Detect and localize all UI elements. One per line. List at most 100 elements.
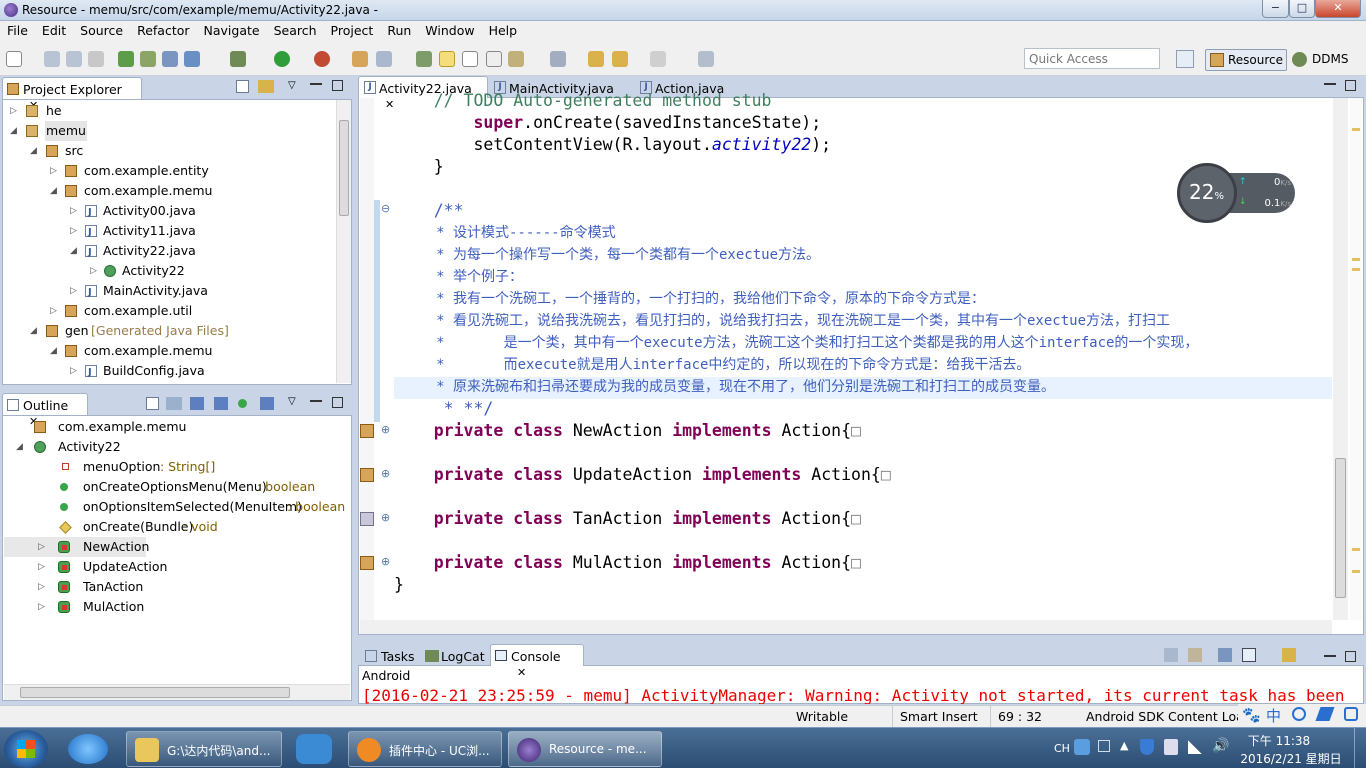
print-icon[interactable] <box>88 51 104 67</box>
quick-access-input[interactable]: Quick Access <box>1024 48 1160 69</box>
menu-run[interactable]: Run <box>380 21 418 38</box>
fold-expand-icon[interactable]: ⊕ <box>381 511 390 524</box>
clock-date[interactable]: 2016/2/21 星期日 <box>1236 750 1346 767</box>
clock-time[interactable]: 下午 11:38 <box>1236 732 1322 749</box>
collapse-all-icon[interactable] <box>236 80 249 93</box>
maximize-view-icon[interactable] <box>1345 80 1356 91</box>
hide-fields-icon[interactable] <box>190 397 204 410</box>
show-hidden-icons-icon[interactable]: ▲ <box>1120 739 1128 752</box>
perspective-ddms[interactable]: DDMS <box>1292 52 1348 67</box>
network-signal-icon[interactable] <box>1188 740 1202 754</box>
smile-icon[interactable] <box>1292 707 1306 721</box>
open-perspective-icon[interactable] <box>1176 50 1194 68</box>
view-menu-icon[interactable]: ▽ <box>288 396 296 407</box>
search-icon[interactable] <box>376 51 392 67</box>
override-marker-icon[interactable] <box>360 512 374 526</box>
collapse-all-icon[interactable] <box>146 397 159 410</box>
scrollbar-thumb[interactable] <box>339 120 349 216</box>
fold-expand-icon[interactable]: ⊕ <box>381 467 390 480</box>
keyboard-icon[interactable] <box>1074 739 1090 755</box>
taskbar-uc-browser[interactable]: 插件中心 - UC浏... <box>348 731 502 767</box>
view-menu-icon[interactable]: ▽ <box>288 80 296 91</box>
editor-hscrollbar[interactable] <box>360 620 1332 634</box>
fold-expand-icon[interactable]: ⊕ <box>381 555 390 568</box>
maximize-view-icon[interactable] <box>332 397 343 408</box>
lint-icon[interactable] <box>162 51 178 67</box>
expand-icon[interactable]: ▷ <box>70 361 80 381</box>
perspective-resource[interactable]: Resource <box>1205 49 1287 71</box>
close-icon[interactable]: ✕ <box>517 666 526 679</box>
tab-tasks[interactable]: Tasks <box>360 644 420 666</box>
paw-icon[interactable]: 🐾 <box>1242 706 1261 724</box>
expand-icon[interactable]: ▷ <box>38 577 48 597</box>
android-sdk-icon[interactable] <box>118 51 134 67</box>
outline-hscrollbar[interactable] <box>4 684 350 700</box>
minimize-view-icon[interactable] <box>1324 83 1336 85</box>
ie-icon[interactable] <box>68 734 108 764</box>
outline-inner-class[interactable]: ▷ NewAction <box>4 537 149 557</box>
warning-marker[interactable] <box>1352 548 1360 551</box>
save-all-icon[interactable] <box>66 51 82 67</box>
explorer-scrollbar[interactable] <box>336 100 351 383</box>
overview-ruler[interactable] <box>1350 98 1362 620</box>
expand-icon[interactable]: ▷ <box>50 301 60 321</box>
warning-marker[interactable] <box>1352 258 1360 261</box>
expand-icon[interactable]: ▷ <box>70 201 80 221</box>
tab-project-explorer[interactable]: Project Explorer ✕ <box>2 77 142 112</box>
pin-console-icon[interactable] <box>1218 648 1232 662</box>
tab-outline[interactable]: Outline ✕ <box>2 393 88 428</box>
override-marker-icon[interactable] <box>360 556 374 570</box>
override-marker-icon[interactable] <box>360 424 374 438</box>
fold-expand-icon[interactable]: ⊕ <box>381 423 390 436</box>
open-type-icon[interactable] <box>352 51 368 67</box>
hide-static-icon[interactable] <box>214 397 228 410</box>
collapse-icon[interactable]: ◢ <box>50 181 60 201</box>
warning-marker[interactable] <box>1352 268 1360 271</box>
zhong-icon[interactable]: 中 <box>1266 705 1281 726</box>
tab-console[interactable]: Console ✕ <box>490 644 584 679</box>
external-tools-icon[interactable] <box>314 51 330 67</box>
next-edit-icon[interactable] <box>508 51 524 67</box>
expand-icon[interactable]: ▷ <box>70 281 80 301</box>
menu-help[interactable]: Help <box>482 21 525 38</box>
device-icon[interactable] <box>1164 739 1178 755</box>
save-icon[interactable] <box>44 51 60 67</box>
menu-window[interactable]: Window <box>418 21 481 38</box>
menu-refactor[interactable]: Refactor <box>130 21 196 38</box>
display-console-icon[interactable] <box>1242 648 1256 662</box>
maximize-view-icon[interactable] <box>1345 651 1356 662</box>
close-button[interactable]: ✕ <box>1315 0 1361 18</box>
collapse-icon[interactable]: ◢ <box>50 341 60 361</box>
editor-scrollbar[interactable] <box>1333 98 1348 620</box>
toggle-block-selection-icon[interactable] <box>462 51 478 67</box>
back-icon[interactable] <box>612 51 628 67</box>
expand-icon[interactable]: ▷ <box>90 261 100 281</box>
warning-marker[interactable] <box>1352 128 1360 131</box>
override-marker-icon[interactable] <box>360 468 374 482</box>
collapse-icon[interactable]: ◢ <box>16 437 26 457</box>
expand-icon[interactable]: ▷ <box>38 537 48 557</box>
menu-search[interactable]: Search <box>267 21 324 38</box>
minimize-view-icon[interactable] <box>310 400 322 402</box>
maximize-button[interactable]: □ <box>1289 0 1315 18</box>
new-android-project-icon[interactable] <box>184 51 200 67</box>
net-speed-widget[interactable]: 22% ↑ ↓ 0K/s 0.1K/s <box>1177 163 1295 223</box>
collapse-icon[interactable]: ◢ <box>70 241 80 261</box>
menu-project[interactable]: Project <box>324 21 381 38</box>
shield-icon[interactable] <box>1140 739 1154 755</box>
next-annotation-icon[interactable] <box>416 51 432 67</box>
pen-icon[interactable] <box>1315 707 1335 721</box>
debug-icon[interactable] <box>230 51 246 67</box>
expand-icon[interactable]: ▷ <box>10 101 20 121</box>
expand-icon[interactable]: ▷ <box>38 557 48 577</box>
menu-edit[interactable]: Edit <box>35 21 73 38</box>
open-console-icon[interactable] <box>1282 648 1296 662</box>
collapse-icon[interactable]: ◢ <box>30 321 40 341</box>
toggle-mark-occurrences-icon[interactable] <box>439 51 455 67</box>
menu-source[interactable]: Source <box>73 21 130 38</box>
fold-collapse-icon[interactable]: ⊖ <box>381 202 390 215</box>
menu-navigate[interactable]: Navigate <box>197 21 267 38</box>
show-desktop-button[interactable] <box>1354 728 1366 768</box>
tab-logcat[interactable]: LogCat <box>420 644 488 666</box>
expand-icon[interactable]: ▷ <box>38 597 48 617</box>
